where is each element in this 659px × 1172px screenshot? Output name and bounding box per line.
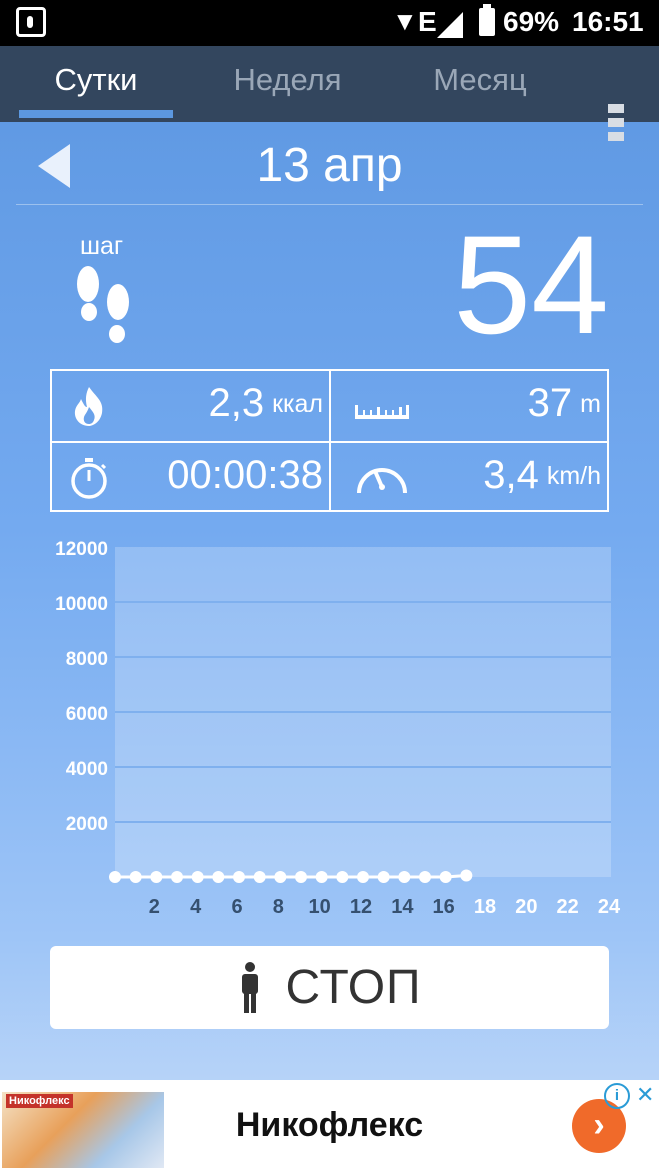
chart-point — [377, 871, 390, 883]
distance-unit: m — [580, 390, 601, 418]
calories-cell: 2,3 ккал — [52, 371, 329, 441]
chart-point — [212, 871, 225, 883]
chart-point — [109, 871, 121, 883]
status-bar: ▼ E 69% 16:51 — [0, 0, 659, 46]
speed-cell: 3,4 km/h — [331, 443, 607, 513]
stop-button[interactable]: СТОП — [50, 946, 609, 1029]
stop-button-label: СТОП — [285, 961, 422, 1014]
chart-x-tick-label: 22 — [557, 896, 579, 918]
app-notification-icon — [16, 7, 46, 37]
chart-point — [295, 871, 307, 883]
chart-x-tick-label: 8 — [273, 896, 284, 918]
wifi-icon: ▼ — [392, 6, 418, 36]
network-type: E — [418, 6, 437, 37]
chart-x-tick-label: 24 — [598, 896, 621, 918]
divider — [16, 204, 643, 205]
signal-icon — [437, 12, 463, 38]
chart-svg: 120001000080006000400020002 4 6 8 10 12 14 16 18… — [55, 539, 621, 918]
distance-value: 37 — [527, 381, 573, 425]
chart-point — [315, 871, 328, 883]
steps-chart: 12000 10000 8000 6000 4000 2000 2 4 6 8 10 12 14 16 18… — [0, 530, 659, 930]
chart-point — [357, 871, 369, 883]
ad-close-icon[interactable]: ✕ — [636, 1082, 654, 1108]
chart-point — [419, 871, 431, 883]
footprints-icon — [77, 266, 129, 343]
battery-percent: 69% — [503, 6, 560, 37]
speed-value: 3,4 — [483, 453, 539, 497]
clock: 16:51 — [572, 6, 644, 37]
duration-value: 00:00:38 — [167, 453, 323, 497]
date-navigation: 13 апр — [0, 124, 659, 204]
chart-point — [150, 871, 163, 883]
speedometer-icon — [357, 468, 407, 494]
chart-point — [129, 871, 142, 883]
chart-point — [439, 871, 452, 883]
chart-x-tick-label: 18 — [474, 896, 496, 918]
chart-point — [460, 869, 473, 882]
ad-banner[interactable]: Никофлекс Никофлекс › i ✕ — [0, 1080, 659, 1172]
chart-y-tick-label: 10000 — [55, 594, 108, 615]
steps-label: шаг — [80, 232, 124, 260]
duration-cell: 00:00:38 — [52, 443, 329, 513]
date-title: 13 апр — [256, 139, 403, 192]
speed-unit: km/h — [546, 462, 601, 490]
chart-point — [191, 871, 204, 883]
chart-x-tick-label: 14 — [391, 896, 414, 918]
chart-y-tick-label: 12000 — [55, 539, 108, 560]
chart-series-line — [115, 874, 467, 879]
chart-y-tick-label: 6000 — [66, 704, 108, 725]
tab-week[interactable]: Неделя — [210, 46, 365, 122]
chart-point — [233, 871, 245, 883]
chart-x-tick-label: 12 — [350, 896, 372, 918]
chart-x-tick-label: 4 — [190, 896, 202, 918]
chart-x-tick-label: 6 — [231, 896, 242, 918]
tab-month[interactable]: Месяц — [405, 46, 555, 122]
ad-title[interactable]: Никофлекс — [0, 1106, 659, 1145]
chart-y-tick-label: 8000 — [66, 649, 108, 670]
calories-value: 2,3 — [208, 381, 265, 425]
chart-point — [171, 871, 183, 883]
steps-count: 54 — [453, 206, 609, 363]
chart-point — [398, 871, 411, 883]
chart-point — [336, 871, 349, 883]
chart-x-tick-label: 16 — [433, 896, 455, 918]
stopwatch-icon — [71, 458, 107, 499]
person-icon — [242, 961, 259, 1013]
chart-point — [274, 871, 287, 883]
chart-x-tick-label: 10 — [309, 896, 331, 918]
chart-y-tick-label: 2000 — [66, 814, 108, 835]
tab-bar: Сутки Неделя Месяц — [0, 46, 659, 141]
flame-icon — [74, 387, 103, 426]
chart-y-tick-label: 4000 — [66, 759, 108, 780]
chart-point — [253, 871, 266, 883]
active-tab-indicator — [19, 110, 173, 118]
ruler-icon — [355, 405, 409, 419]
chart-x-tick-label: 2 — [149, 896, 160, 918]
distance-cell: 37 m — [331, 371, 607, 441]
battery-icon — [479, 4, 495, 36]
ad-info-icon[interactable]: i — [604, 1083, 630, 1109]
calories-unit: ккал — [272, 390, 323, 418]
stats-grid: 2,3 ккал 37 m 00:00:38 3,4 km/h — [50, 369, 609, 512]
chart-x-tick-label: 20 — [515, 896, 537, 918]
